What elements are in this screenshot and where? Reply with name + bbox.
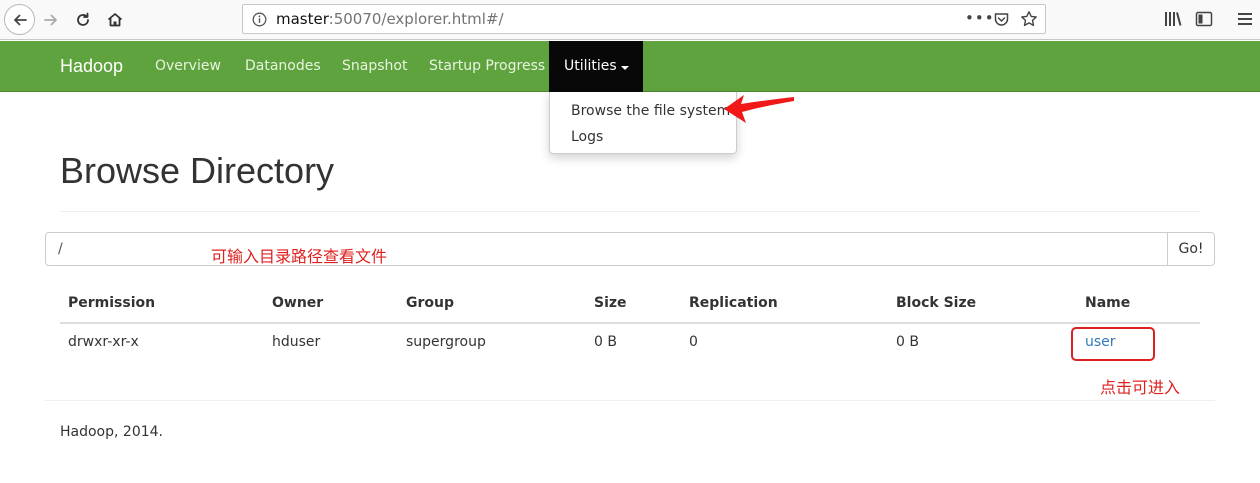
red-arrow-annotation [724,95,794,123]
nav-snapshot[interactable]: Snapshot [342,58,407,74]
url-bar[interactable]: master:50070/explorer.html#/ ••• [242,4,1046,34]
sidebar-icon[interactable] [1194,9,1214,29]
forward-arrow-icon[interactable] [36,5,66,35]
nav-datanodes[interactable]: Datanodes [245,58,321,74]
footer-divider [45,400,1215,401]
home-icon[interactable] [100,5,130,35]
caret-down-icon [621,66,629,70]
info-icon[interactable] [252,12,267,27]
hadoop-navbar: Hadoop Overview Datanodes Snapshot Start… [0,41,1260,92]
url-text[interactable]: master:50070/explorer.html#/ [276,10,504,28]
path-input-annotation: 可输入目录路径查看文件 [211,247,388,266]
menu-item-logs[interactable]: Logs [571,129,603,145]
back-arrow-icon[interactable] [4,4,35,35]
reload-icon[interactable] [68,5,98,35]
red-highlight-box [1071,327,1155,361]
cell-size: 0 B [594,334,617,350]
cell-group: supergroup [406,334,486,350]
menu-item-browse-file-system[interactable]: Browse the file system [571,103,730,119]
hamburger-menu-icon[interactable] [1236,9,1254,29]
header-group[interactable]: Group [406,295,454,311]
page-actions-icon[interactable]: ••• [965,9,995,27]
go-button[interactable]: Go! [1167,232,1215,266]
header-permission[interactable]: Permission [68,295,155,311]
nav-utilities[interactable]: Utilities [549,41,643,92]
header-block-size[interactable]: Block Size [896,295,976,311]
library-icon[interactable] [1163,9,1183,29]
cell-owner: hduser [272,334,321,350]
bookmark-star-icon[interactable] [1020,10,1038,28]
pocket-icon[interactable] [993,11,1010,28]
cell-replication: 0 [689,334,698,350]
browser-toolbar: master:50070/explorer.html#/ ••• [0,0,1260,40]
header-owner[interactable]: Owner [272,295,323,311]
utilities-dropdown: Browse the file system Logs [549,92,737,154]
header-replication[interactable]: Replication [689,295,778,311]
table-header-divider [60,322,1200,324]
header-size[interactable]: Size [594,295,627,311]
footer-text: Hadoop, 2014. [60,424,163,440]
cell-permission: drwxr-xr-x [68,334,139,350]
header-name[interactable]: Name [1085,295,1130,311]
brand-logo[interactable]: Hadoop [60,56,123,77]
page-title: Browse Directory [60,150,335,191]
title-divider [60,211,1200,212]
cell-block-size: 0 B [896,334,919,350]
nav-utilities-label: Utilities [564,58,617,74]
url-host: master [276,10,329,28]
click-annotation: 点击可进入 [1100,378,1181,397]
nav-startup-progress[interactable]: Startup Progress [429,58,545,74]
nav-overview[interactable]: Overview [155,58,221,74]
url-path: :50070/explorer.html#/ [328,10,504,28]
